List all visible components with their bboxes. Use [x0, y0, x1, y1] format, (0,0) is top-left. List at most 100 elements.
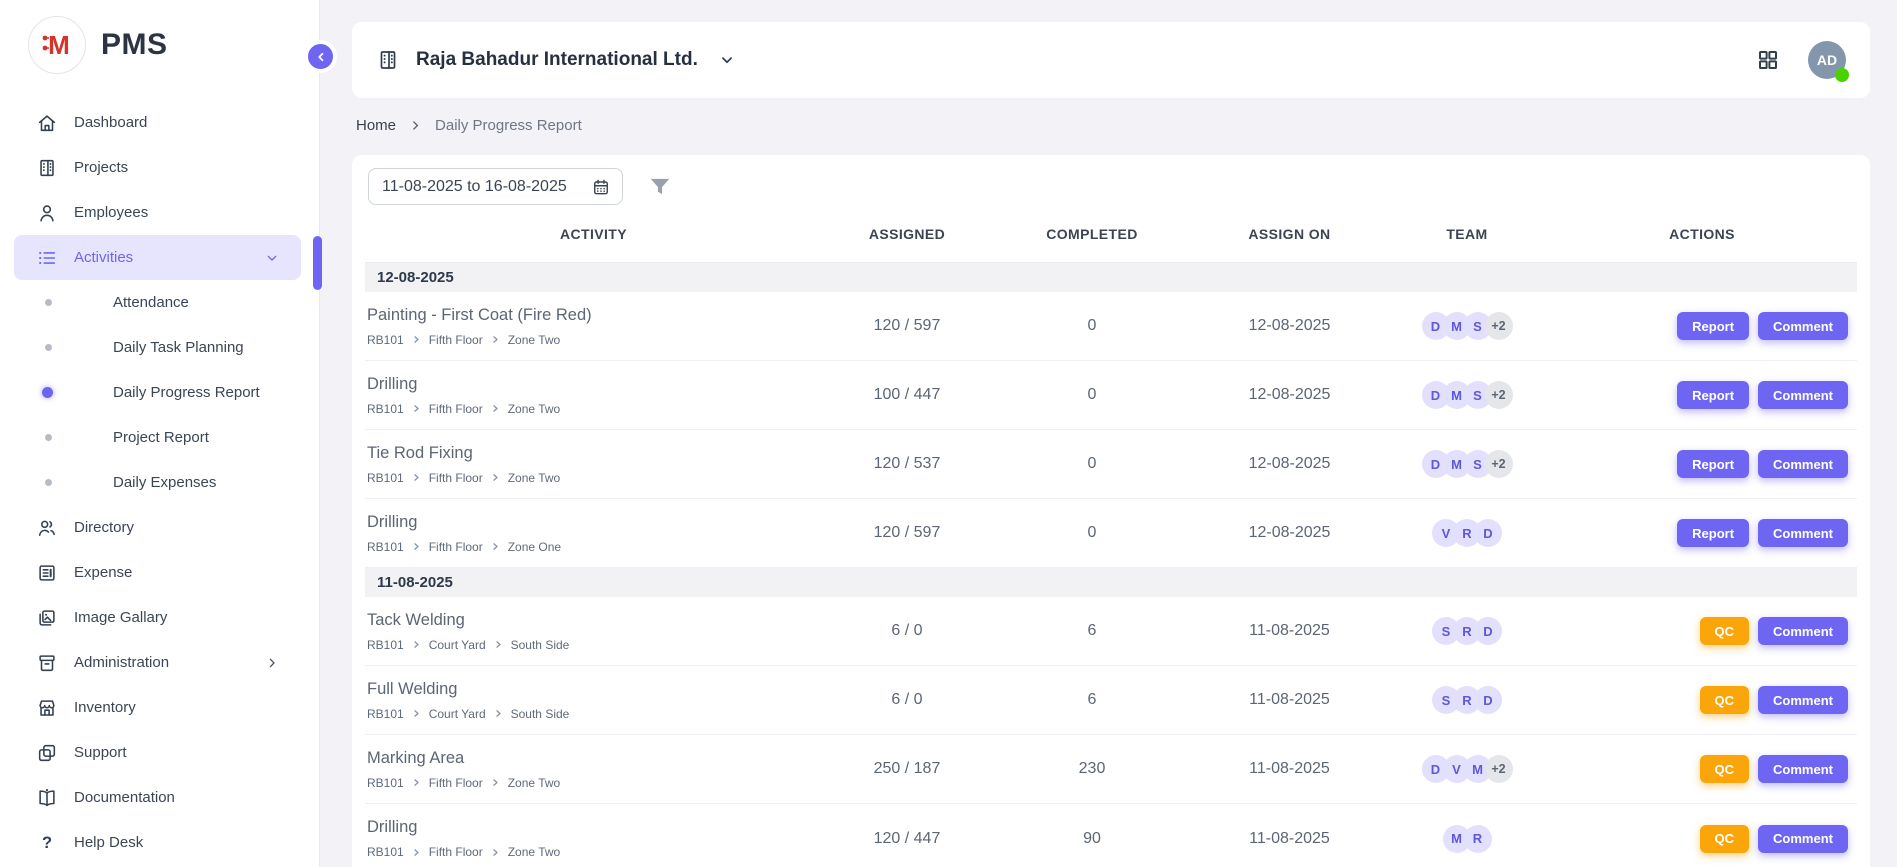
actions-cell: Report Comment [1547, 312, 1857, 340]
sidebar-item-daily-expenses[interactable]: Daily Expenses [0, 460, 319, 505]
sidebar-item-administration[interactable]: Administration [0, 640, 319, 685]
path-segment: Fifth Floor [429, 776, 483, 790]
sidebar-item-help-desk[interactable]: ?Help Desk [0, 820, 319, 865]
activity-cell: Painting - First Coat (Fire Red)RB101Fif… [365, 306, 822, 347]
team-extra-count[interactable]: +2 [1485, 755, 1513, 783]
filter-funnel-icon[interactable] [647, 174, 673, 200]
actions-cell: QC Comment [1547, 686, 1857, 714]
date-range-input[interactable]: 11-08-2025 to 16-08-2025 [368, 168, 623, 205]
sidebar-item-label: Daily Progress Report [113, 384, 260, 401]
path-segment: Zone Two [508, 333, 560, 347]
sidebar: M PMS Dashboard ProjectsEmployeesActiviti… [0, 0, 320, 867]
qc-button[interactable]: QC [1700, 617, 1750, 645]
sidebar-item-support[interactable]: Support [0, 730, 319, 775]
activity-location-path: RB101Fifth FloorZone Two [365, 402, 822, 416]
path-segment: Fifth Floor [429, 845, 483, 859]
team-extra-count[interactable]: +2 [1485, 450, 1513, 478]
table-row: Marking AreaRB101Fifth FloorZone Two250 … [365, 735, 1857, 804]
team-extra-count[interactable]: +2 [1485, 312, 1513, 340]
team-avatar-group: DMS+2 [1422, 450, 1513, 478]
building-icon [36, 157, 58, 179]
sidebar-item-image-gallary[interactable]: Image Gallary [0, 595, 319, 640]
brand-logo: M PMS [0, 0, 319, 74]
chevron-left-icon [314, 50, 328, 64]
team-cell: DMS+2 [1387, 450, 1547, 478]
column-header-assigned: ASSIGNED [822, 226, 992, 242]
path-segment: RB101 [367, 540, 404, 554]
completed-value: 0 [992, 455, 1192, 473]
activity-cell: Drilling RB101Fifth FloorZone Two [365, 375, 822, 416]
bullet-icon [45, 344, 52, 351]
sidebar-item-daily-task-planning[interactable]: Daily Task Planning [0, 325, 319, 370]
assigned-value: 120 / 447 [822, 830, 992, 848]
filter-row: 11-08-2025 to 16-08-2025 [365, 155, 1857, 205]
report-button[interactable]: Report [1677, 381, 1749, 409]
grid-apps-icon[interactable] [1756, 48, 1780, 72]
comment-button[interactable]: Comment [1758, 381, 1848, 409]
report-button[interactable]: Report [1677, 519, 1749, 547]
report-button[interactable]: Report [1677, 450, 1749, 478]
team-member-avatar[interactable]: R [1464, 825, 1492, 853]
team-member-avatar[interactable]: D [1474, 686, 1502, 714]
qc-button[interactable]: QC [1700, 825, 1750, 853]
comment-button[interactable]: Comment [1758, 825, 1848, 853]
activity-title: Tie Rod Fixing [365, 444, 822, 463]
content-card: 11-08-2025 to 16-08-2025 ACTIVITY ASSIGN… [352, 155, 1870, 867]
sidebar-item-employees[interactable]: Employees [0, 190, 319, 235]
report-button[interactable]: Report [1677, 312, 1749, 340]
team-avatar-group: DMS+2 [1422, 312, 1513, 340]
qc-button[interactable]: QC [1700, 755, 1750, 783]
sidebar-item-label: Dashboard [74, 114, 147, 131]
bullet-icon [45, 434, 52, 441]
chevron-right-icon [412, 778, 421, 787]
sidebar-item-label: Inventory [74, 699, 136, 716]
sidebar-item-attendance[interactable]: Attendance [0, 280, 319, 325]
activity-title: Drilling [365, 375, 822, 394]
sidebar-item-dashboard[interactable]: Dashboard [0, 100, 319, 145]
sidebar-item-label: Support [74, 744, 127, 761]
completed-value: 0 [992, 317, 1192, 335]
sidebar-collapse-button[interactable] [304, 40, 337, 73]
gallery-icon [36, 607, 58, 629]
sidebar-item-inventory[interactable]: Inventory [0, 685, 319, 730]
team-extra-count[interactable]: +2 [1485, 381, 1513, 409]
topbar-right: AD [1756, 41, 1846, 79]
user-avatar[interactable]: AD [1808, 41, 1846, 79]
table-row: DrillingRB101Fifth FloorZone Two120 / 44… [365, 804, 1857, 867]
comment-button[interactable]: Comment [1758, 755, 1848, 783]
assigned-value: 120 / 597 [822, 317, 992, 335]
team-member-avatar[interactable]: D [1474, 617, 1502, 645]
team-member-avatar[interactable]: D [1474, 519, 1502, 547]
comment-button[interactable]: Comment [1758, 617, 1848, 645]
qc-button[interactable]: QC [1700, 686, 1750, 714]
activity-location-path: RB101Fifth FloorZone One [365, 540, 822, 554]
sidebar-item-directory[interactable]: Directory [0, 505, 319, 550]
comment-button[interactable]: Comment [1758, 519, 1848, 547]
chevron-right-icon [264, 655, 280, 671]
svg-text:?: ? [42, 834, 52, 852]
sidebar-item-project-report[interactable]: Project Report [0, 415, 319, 460]
sidebar-item-documentation[interactable]: Documentation [0, 775, 319, 820]
sidebar-item-daily-progress-report[interactable]: Daily Progress Report [0, 370, 319, 415]
sidebar-item-expense[interactable]: Expense [0, 550, 319, 595]
activity-cell: DrillingRB101Fifth FloorZone Two [365, 818, 822, 859]
comment-button[interactable]: Comment [1758, 312, 1848, 340]
chevron-right-icon [491, 778, 500, 787]
archive-icon [36, 652, 58, 674]
path-segment: RB101 [367, 638, 404, 652]
sidebar-item-projects[interactable]: Projects [0, 145, 319, 190]
book-icon [36, 787, 58, 809]
team-avatar-group: MR [1443, 825, 1492, 853]
breadcrumb-home-link[interactable]: Home [356, 117, 396, 134]
assign-on-date: 12-08-2025 [1192, 386, 1387, 404]
team-avatar-group: VRD [1432, 519, 1502, 547]
people-icon [36, 517, 58, 539]
sidebar-item-label: Administration [74, 654, 169, 671]
comment-button[interactable]: Comment [1758, 686, 1848, 714]
table-header: ACTIVITY ASSIGNED COMPLETED ASSIGN ON TE… [365, 205, 1857, 263]
chevron-right-icon [491, 848, 500, 857]
chevron-right-icon [412, 473, 421, 482]
comment-button[interactable]: Comment [1758, 450, 1848, 478]
sidebar-item-activities[interactable]: Activities [14, 235, 301, 280]
company-selector[interactable]: Raja Bahadur International Ltd. [376, 48, 736, 72]
